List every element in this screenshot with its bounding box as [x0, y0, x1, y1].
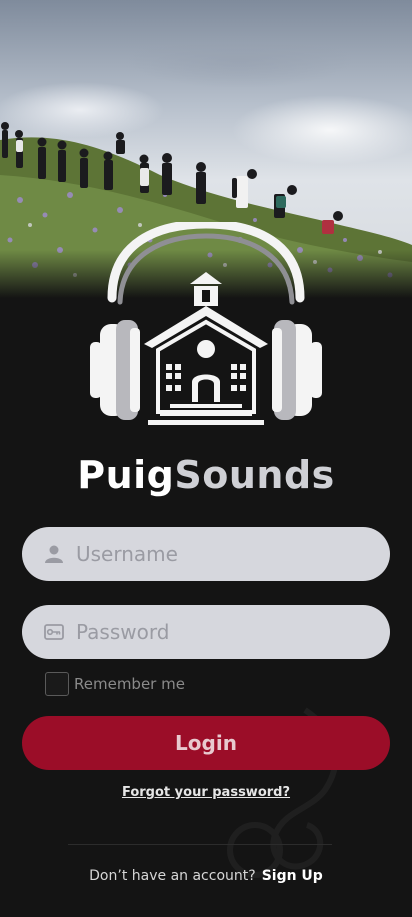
- divider: [68, 844, 332, 845]
- login-button[interactable]: Login: [22, 716, 390, 770]
- app-title-part2: Sounds: [174, 453, 335, 497]
- app-title-part1: Puig: [77, 453, 175, 497]
- app-title: PuigSounds: [0, 453, 412, 497]
- key-card-icon: [44, 624, 64, 640]
- signup-row: Don’t have an account? Sign Up: [0, 868, 412, 884]
- username-field[interactable]: [22, 527, 390, 581]
- forgot-password-link[interactable]: Forgot your password?: [0, 785, 412, 800]
- signup-link[interactable]: Sign Up: [262, 868, 323, 884]
- user-icon: [45, 545, 63, 563]
- remember-me-label[interactable]: Remember me: [74, 675, 185, 693]
- password-field[interactable]: [22, 605, 390, 659]
- password-input[interactable]: [76, 605, 376, 659]
- signup-question: Don’t have an account?: [89, 868, 256, 884]
- username-input[interactable]: [76, 527, 376, 581]
- remember-me-checkbox[interactable]: [45, 672, 69, 696]
- puigsounds-logo: [90, 222, 322, 425]
